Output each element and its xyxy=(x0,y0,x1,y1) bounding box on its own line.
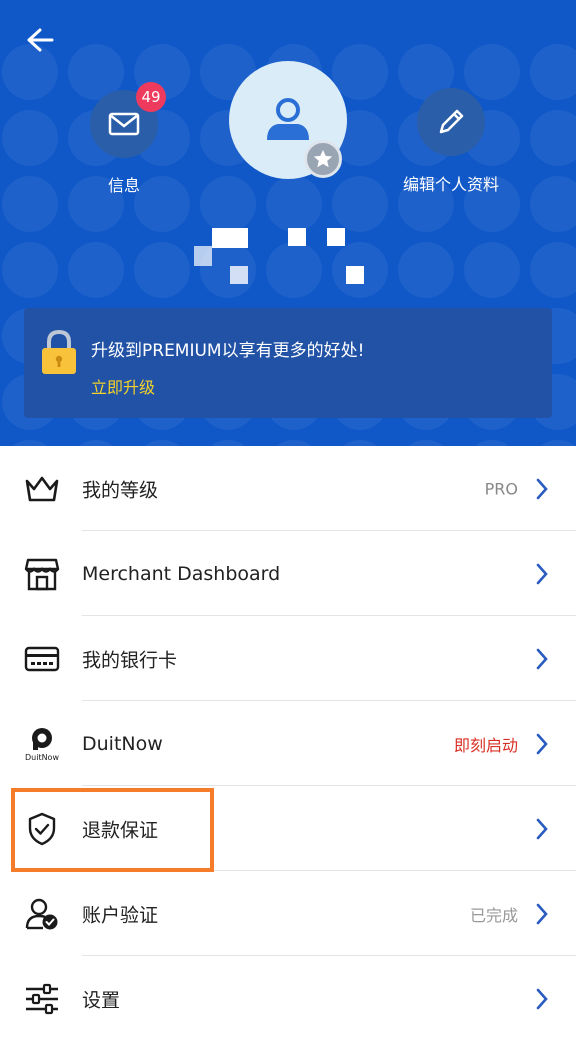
watermark-circle xyxy=(398,242,454,298)
chevron-right-icon xyxy=(536,478,548,499)
watermark-circle xyxy=(200,176,256,232)
watermark-circle xyxy=(2,110,58,166)
menu-item-label: 账户验证 xyxy=(82,904,159,926)
back-button[interactable] xyxy=(20,22,60,58)
level-value: PRO xyxy=(484,479,518,498)
settings-menu: 我的等级 PRO Merchant Dashboard 我的银行卡 DuitNo… xyxy=(0,446,576,1041)
menu-item-label: 我的等级 xyxy=(82,479,159,501)
menu-item-merchant-dashboard[interactable]: Merchant Dashboard xyxy=(0,531,576,616)
premium-promo-text: 升级到PREMIUM以享有更多的好处! xyxy=(91,341,365,361)
pencil-icon xyxy=(439,109,464,134)
duitnow-logo-text: DuitNow xyxy=(24,752,59,762)
watermark-circle xyxy=(134,242,190,298)
watermark-circle xyxy=(530,44,576,100)
profile-header: 49 信息 编辑个人资料 升级到PREMIUM以享有更多的好处! 立即升级 xyxy=(0,0,576,446)
edit-profile-button[interactable] xyxy=(417,88,485,156)
chevron-right-icon xyxy=(536,563,548,584)
watermark-circle xyxy=(530,110,576,166)
menu-item-settings[interactable]: 设置 xyxy=(0,956,576,1041)
menu-item-my-level[interactable]: 我的等级 PRO xyxy=(0,446,576,531)
duitnow-logo: DuitNow xyxy=(22,724,62,764)
lock-icon xyxy=(42,329,76,374)
watermark-circle xyxy=(332,176,388,232)
chevron-right-icon xyxy=(536,903,548,924)
user-verify-icon xyxy=(22,894,62,934)
messages-label: 信息 xyxy=(107,176,140,195)
menu-item-account-verification[interactable]: 账户验证 已完成 xyxy=(0,871,576,956)
store-icon xyxy=(22,554,62,594)
membership-star-badge xyxy=(304,140,342,178)
menu-item-label: 设置 xyxy=(82,989,121,1011)
menu-item-label: Merchant Dashboard xyxy=(82,562,281,585)
settings-sliders-icon xyxy=(22,979,62,1019)
chevron-right-icon xyxy=(536,733,548,754)
menu-item-duitnow[interactable]: DuitNow DuitNow 即刻启动 xyxy=(0,701,576,786)
menu-item-label: DuitNow xyxy=(82,732,163,755)
watermark-circle xyxy=(530,176,576,232)
watermark-circle xyxy=(464,44,520,100)
messages-count-badge: 49 xyxy=(136,82,166,112)
menu-item-label: 我的银行卡 xyxy=(82,649,178,671)
chevron-right-icon xyxy=(536,988,548,1009)
verification-status: 已完成 xyxy=(469,905,518,925)
envelope-icon xyxy=(108,112,140,136)
arrow-left-icon xyxy=(27,28,54,52)
bank-card-icon xyxy=(22,639,62,679)
chevron-right-icon xyxy=(536,818,548,839)
watermark-circle xyxy=(68,242,124,298)
watermark-circle xyxy=(266,242,322,298)
menu-item-bank-cards[interactable]: 我的银行卡 xyxy=(0,616,576,701)
annotation-highlight-box xyxy=(11,788,214,872)
edit-profile-label: 编辑个人资料 xyxy=(402,175,499,194)
chevron-right-icon xyxy=(536,648,548,669)
crown-icon xyxy=(22,469,62,509)
star-icon xyxy=(313,149,333,168)
watermark-circle xyxy=(266,176,322,232)
watermark-circle xyxy=(464,242,520,298)
duitnow-action-text: 即刻启动 xyxy=(453,735,518,755)
premium-banner[interactable]: 升级到PREMIUM以享有更多的好处! 立即升级 xyxy=(24,308,552,418)
watermark-circle xyxy=(530,242,576,298)
watermark-circle xyxy=(332,44,388,100)
watermark-circle xyxy=(2,242,58,298)
watermark-circle xyxy=(2,176,58,232)
upgrade-now-link[interactable]: 立即升级 xyxy=(91,374,155,398)
user-icon xyxy=(267,98,309,140)
